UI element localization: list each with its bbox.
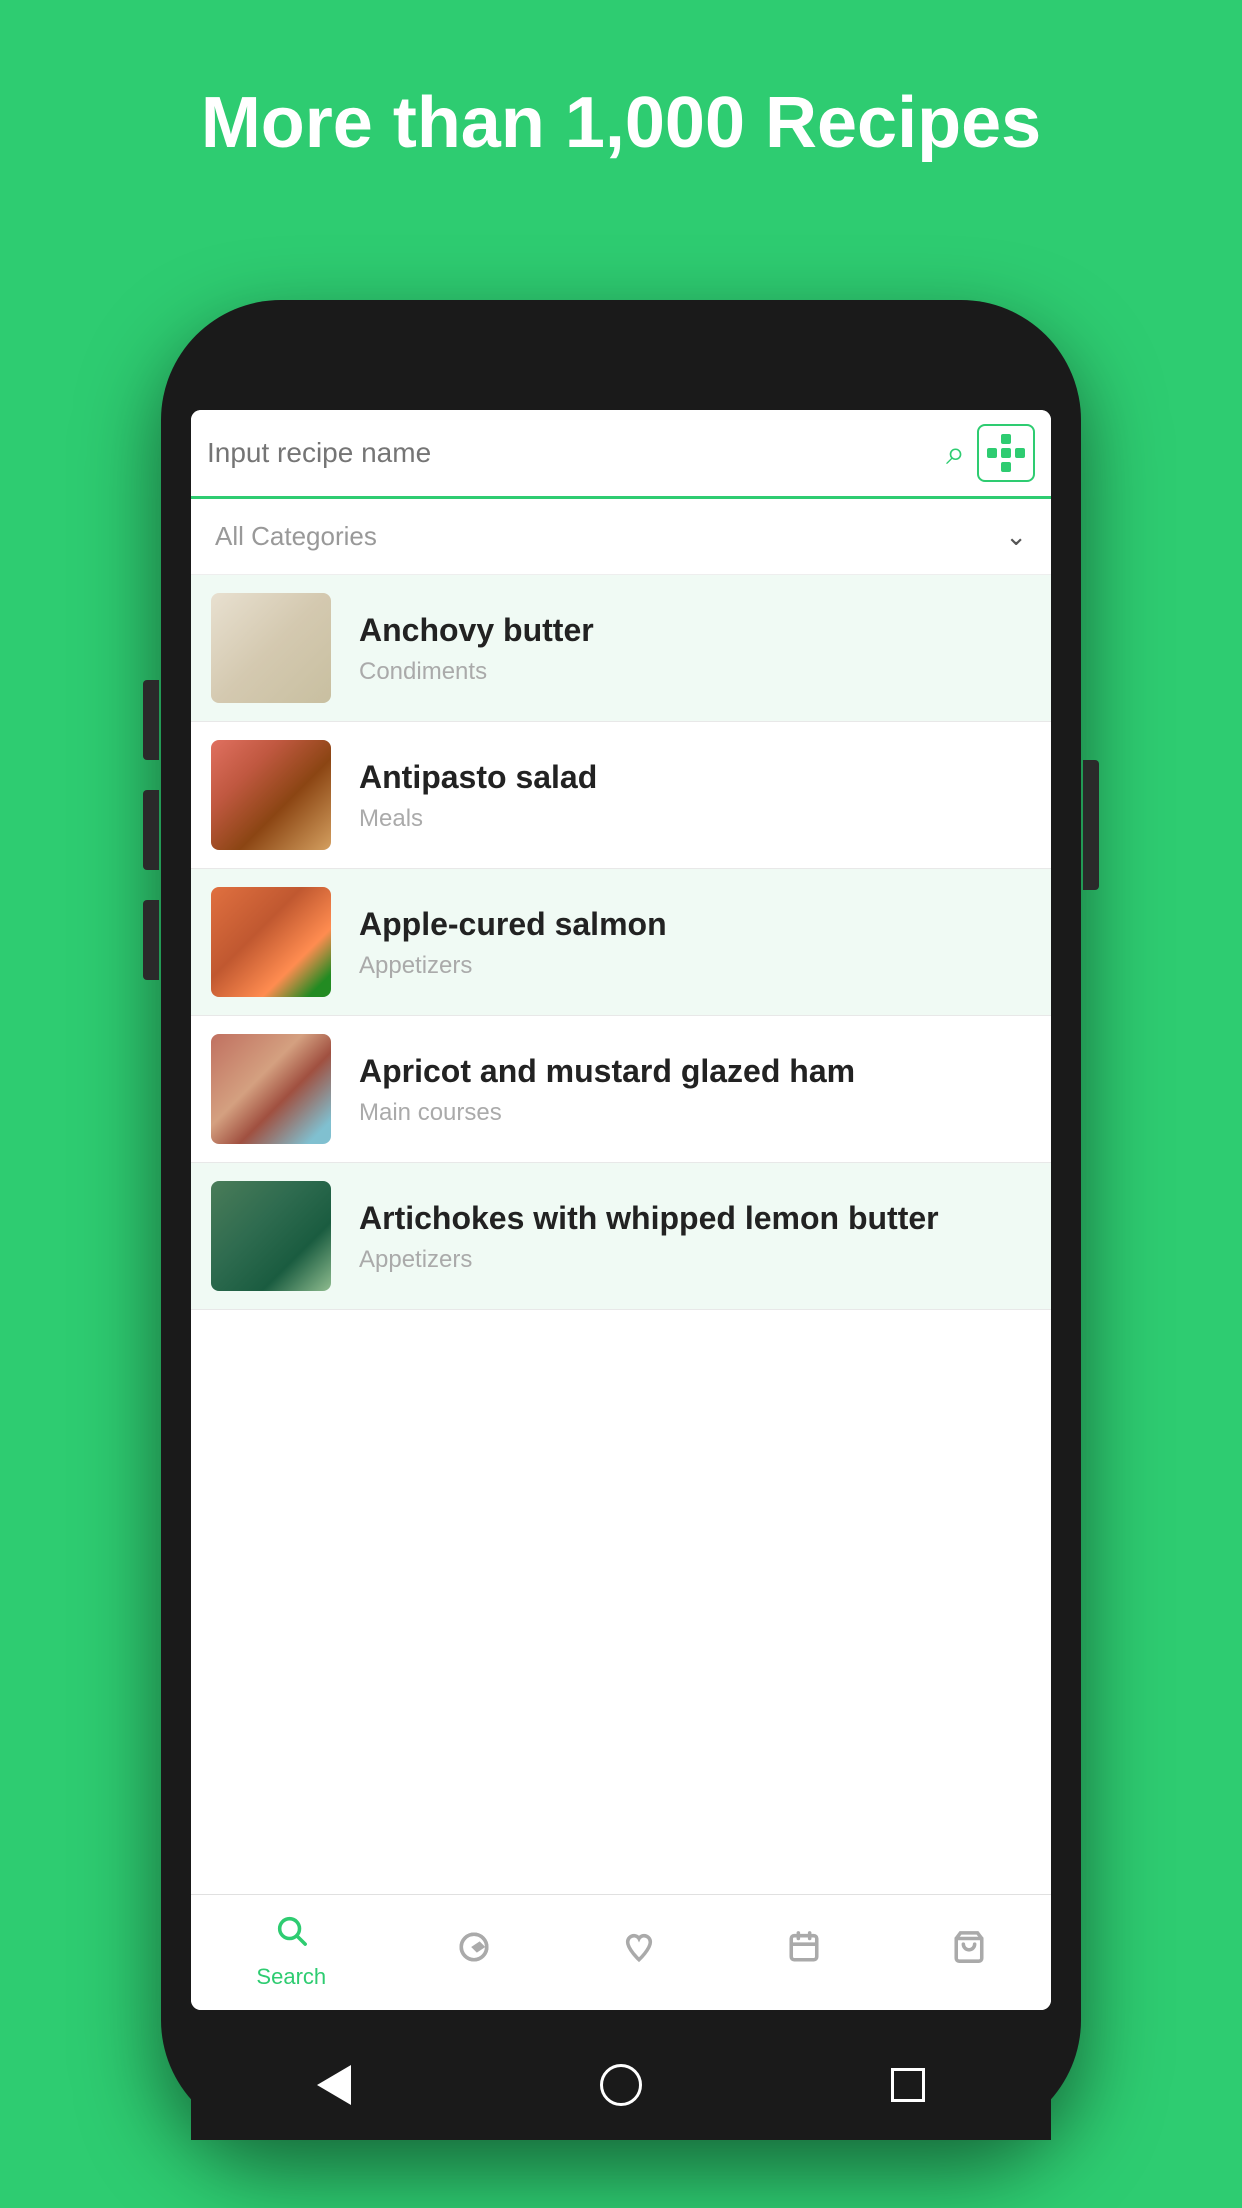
recipe-item[interactable]: Anchovy butter Condiments	[191, 575, 1051, 722]
phone-shell: ⌕ All Categories ⌄	[161, 300, 1081, 2140]
recipe-category: Appetizers	[359, 952, 1031, 980]
grid-icon	[987, 434, 1025, 472]
recipe-name: Antipasto salad	[359, 757, 1031, 797]
recipe-category: Main courses	[359, 1099, 1031, 1127]
search-nav-label: Search	[256, 1964, 326, 1990]
category-label: All Categories	[215, 521, 377, 552]
recipe-category: Appetizers	[359, 1246, 1031, 1274]
recipe-item[interactable]: Apricot and mustard glazed ham Main cour…	[191, 1016, 1051, 1163]
nav-item-calendar[interactable]	[787, 1930, 821, 1973]
recipe-info: Anchovy butter Condiments	[359, 610, 1031, 686]
recipe-thumbnail	[211, 593, 331, 703]
search-bar: ⌕	[191, 410, 1051, 499]
recipe-info: Apple-cured salmon Appetizers	[359, 904, 1031, 980]
home-button[interactable]	[596, 2060, 646, 2110]
recipe-item[interactable]: Artichokes with whipped lemon butter App…	[191, 1163, 1051, 1310]
recipe-info: Apricot and mustard glazed ham Main cour…	[359, 1051, 1031, 1127]
recipe-info: Artichokes with whipped lemon butter App…	[359, 1198, 1031, 1274]
recents-button[interactable]	[883, 2060, 933, 2110]
mute-button	[143, 900, 159, 980]
volume-up-button	[143, 680, 159, 760]
power-button	[1083, 760, 1099, 890]
nav-item-favorites[interactable]	[622, 1930, 656, 1973]
back-icon	[317, 2065, 351, 2105]
recipe-item[interactable]: Apple-cured salmon Appetizers	[191, 869, 1051, 1016]
phone-screen: ⌕ All Categories ⌄	[191, 410, 1051, 2010]
recipe-thumbnail	[211, 740, 331, 850]
chevron-down-icon: ⌄	[1005, 521, 1027, 552]
recipe-item[interactable]: Antipasto salad Meals	[191, 722, 1051, 869]
home-icon	[600, 2064, 642, 2106]
category-filter[interactable]: All Categories ⌄	[191, 499, 1051, 575]
search-nav-icon	[274, 1913, 308, 1956]
recipe-list: Anchovy butter Condiments Antipasto sala…	[191, 575, 1051, 1894]
recipe-name: Artichokes with whipped lemon butter	[359, 1198, 1031, 1238]
bottom-nav: Search	[191, 1894, 1051, 2010]
explore-nav-icon	[457, 1930, 491, 1973]
calendar-nav-icon	[787, 1930, 821, 1973]
nav-item-search[interactable]: Search	[256, 1913, 326, 1990]
nav-item-cart[interactable]	[952, 1930, 986, 1973]
recipe-thumbnail	[211, 1034, 331, 1144]
recipe-name: Anchovy butter	[359, 610, 1031, 650]
recipe-thumbnail	[211, 887, 331, 997]
recipe-name: Apricot and mustard glazed ham	[359, 1051, 1031, 1091]
recipe-name: Apple-cured salmon	[359, 904, 1031, 944]
recipe-category: Meals	[359, 805, 1031, 833]
grid-view-button[interactable]	[977, 424, 1035, 482]
volume-down-button	[143, 790, 159, 870]
search-icon[interactable]: ⌕	[946, 434, 965, 473]
recipe-category: Condiments	[359, 658, 1031, 686]
back-button[interactable]	[309, 2060, 359, 2110]
nav-item-explore[interactable]	[457, 1930, 491, 1973]
favorites-nav-icon	[622, 1930, 656, 1973]
recipe-info: Antipasto salad Meals	[359, 757, 1031, 833]
recipe-thumbnail	[211, 1181, 331, 1291]
search-input[interactable]	[207, 437, 946, 469]
recents-icon	[891, 2068, 925, 2102]
page-title: More than 1,000 Recipes	[0, 0, 1242, 226]
android-nav-bar	[191, 2030, 1051, 2140]
cart-nav-icon	[952, 1930, 986, 1973]
